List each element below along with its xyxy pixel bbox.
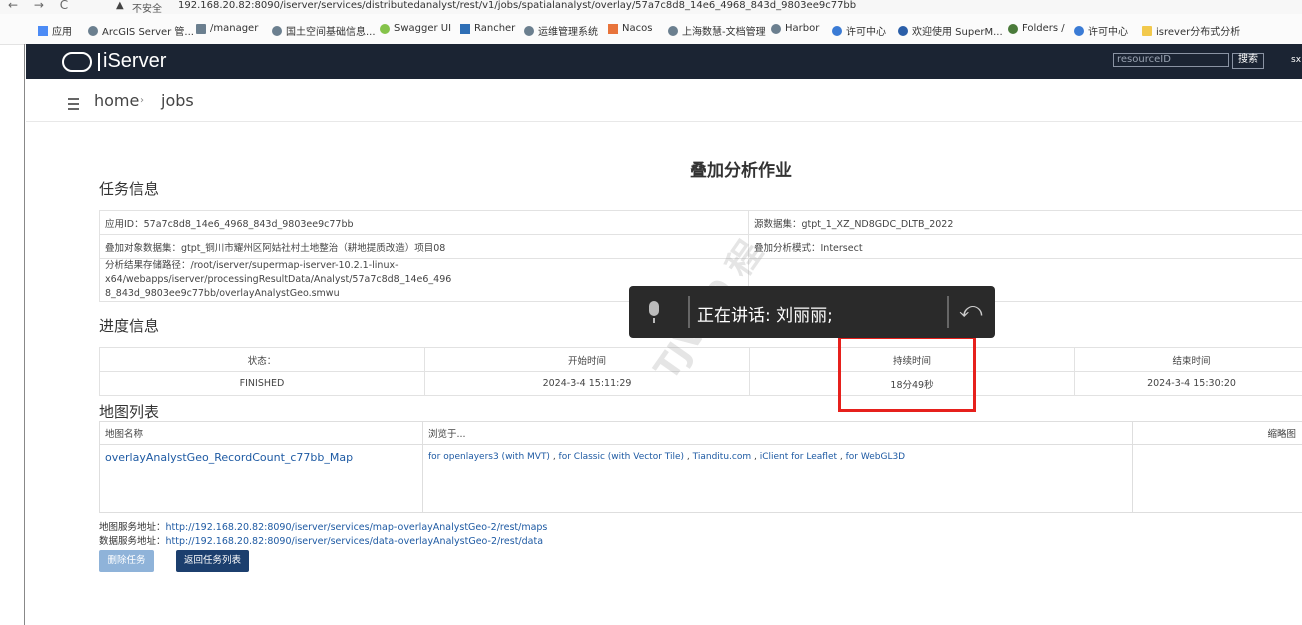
bookmark-item[interactable]: isrever分布式分析 bbox=[1142, 23, 1240, 38]
map-service-label: 地图服务地址： bbox=[99, 522, 166, 533]
highlight-box bbox=[838, 336, 976, 412]
voice-overlay: 正在讲话: 刘丽丽; ⤺ bbox=[629, 286, 995, 338]
browse-links: for openlayers3 (with MVT) , for Classic… bbox=[422, 444, 1133, 513]
link-separator: , bbox=[751, 452, 760, 462]
start-time-value: 2024-3-4 15:11:29 bbox=[424, 371, 750, 396]
breadcrumb-separator: › bbox=[140, 95, 144, 106]
microphone-icon[interactable] bbox=[649, 301, 659, 323]
site-icon bbox=[524, 25, 534, 36]
map-name-link[interactable]: overlayAnalystGeo_RecordCount_c77bb_Map bbox=[105, 451, 353, 464]
thumbnail-cell bbox=[1132, 444, 1302, 513]
site-icon bbox=[196, 23, 206, 34]
site-icon bbox=[771, 23, 781, 34]
site-icon bbox=[1074, 25, 1084, 36]
header-end-time: 结束时间 bbox=[1074, 347, 1302, 372]
site-icon bbox=[898, 25, 908, 36]
data-service-label: 数据服务地址： bbox=[99, 536, 166, 547]
site-icon bbox=[832, 25, 842, 36]
return-arrow-icon[interactable]: ⤺ bbox=[959, 298, 983, 323]
search-button[interactable]: 搜索 bbox=[1232, 53, 1264, 69]
bookmark-item[interactable]: 欢迎使用 SuperM... bbox=[898, 23, 1003, 38]
source-dataset: 源数据集：gtpt_1_XZ_ND8GDC_DLTB_2022 bbox=[748, 210, 1302, 235]
folder-icon bbox=[1142, 25, 1152, 36]
overlay-divider bbox=[947, 296, 949, 328]
map-list-title: 地图列表 bbox=[99, 403, 160, 421]
status-value: FINISHED bbox=[99, 371, 425, 396]
header-browse: 浏览于... bbox=[422, 421, 1133, 445]
page-title: 叠加分析作业 bbox=[690, 161, 792, 181]
header-thumbnail: 缩略图 bbox=[1132, 421, 1302, 445]
link-separator: , bbox=[837, 452, 846, 462]
bookmark-item[interactable]: Rancher bbox=[460, 23, 515, 34]
end-time-value: 2024-3-4 15:30:20 bbox=[1074, 371, 1302, 396]
iserver-logo[interactable]: iServer bbox=[62, 44, 166, 79]
logo-text: iServer bbox=[103, 50, 167, 72]
breadcrumb-home[interactable]: home bbox=[94, 91, 139, 110]
site-icon bbox=[460, 23, 470, 34]
link-separator: , bbox=[549, 452, 559, 462]
link-classic[interactable]: for Classic (with Vector Tile) bbox=[559, 452, 685, 462]
bookmark-apps[interactable]: 应用 bbox=[38, 23, 72, 38]
browser-nav-icons[interactable]: ← → C bbox=[8, 0, 74, 12]
delete-task-button[interactable]: 删除任务 bbox=[99, 550, 154, 572]
insecure-label: 不安全 bbox=[132, 4, 162, 14]
cloud-icon bbox=[62, 51, 92, 72]
back-to-list-button[interactable]: 返回任务列表 bbox=[176, 550, 249, 572]
bookmark-item[interactable]: 国土空间基础信息... bbox=[272, 23, 376, 38]
link-leaflet[interactable]: iClient for Leaflet bbox=[760, 452, 837, 462]
overlay-divider bbox=[688, 296, 690, 328]
bookmark-item[interactable]: Harbor bbox=[771, 23, 819, 34]
site-icon bbox=[608, 23, 618, 34]
bookmark-item[interactable]: 许可中心 bbox=[832, 23, 886, 38]
bookmarks-bar: 应用 ArcGIS Server 管... /manager 国土空间基础信息.… bbox=[0, 14, 1302, 45]
breadcrumb-jobs[interactable]: jobs bbox=[161, 91, 194, 110]
bookmark-item[interactable]: Swagger UI bbox=[380, 23, 451, 34]
url-text[interactable]: 192.168.20.82:8090/iserver/services/dist… bbox=[178, 0, 856, 11]
app-header: iServer resourceID 搜索 sx bbox=[26, 44, 1302, 79]
overlay-dataset: 叠加对象数据集：gtpt_铜川市耀州区阿姑社村土地整治（耕地提质改造）项目08 bbox=[99, 234, 749, 259]
speaking-text: 正在讲话: 刘丽丽; bbox=[697, 306, 833, 326]
bookmark-item[interactable]: /manager bbox=[196, 23, 258, 34]
bookmark-item[interactable]: ArcGIS Server 管... bbox=[88, 23, 194, 38]
app-id: 应用ID：57a7c8d8_14e6_4968_843d_9803ee9c77b… bbox=[99, 210, 749, 235]
task-info-title: 任务信息 bbox=[99, 180, 160, 198]
site-icon bbox=[272, 25, 282, 36]
browser-url-bar[interactable]: ← → C ▲ 不安全 192.168.20.82:8090/iserver/s… bbox=[0, 0, 1302, 14]
header-status: 状态： bbox=[99, 347, 425, 372]
map-service-address: 地图服务地址：http://192.168.20.82:8090/iserver… bbox=[99, 519, 547, 533]
link-webgl3d[interactable]: for WebGL3D bbox=[846, 452, 906, 462]
map-service-link[interactable]: http://192.168.20.82:8090/iserver/servic… bbox=[166, 522, 548, 533]
link-separator: , bbox=[684, 452, 693, 462]
data-service-link[interactable]: http://192.168.20.82:8090/iserver/servic… bbox=[166, 536, 544, 547]
bookmark-item[interactable]: 上海数慧-文档管理 bbox=[668, 23, 766, 38]
warning-icon: ▲ bbox=[116, 0, 124, 11]
progress-title: 进度信息 bbox=[99, 317, 160, 335]
header-map-name: 地图名称 bbox=[99, 421, 423, 445]
overlay-mode: 叠加分析模式：Intersect bbox=[748, 234, 1302, 259]
link-openlayers3[interactable]: for openlayers3 (with MVT) bbox=[428, 452, 550, 462]
user-menu[interactable]: sx bbox=[1291, 55, 1301, 65]
map-list-table: 地图名称 浏览于... 缩略图 overlayAnalystGeo_Record… bbox=[99, 421, 1302, 513]
site-icon bbox=[668, 25, 678, 36]
result-path-line2: 8_843d_9803ee9c77bb/overlayAnalystGeo.sm… bbox=[105, 288, 340, 299]
site-icon bbox=[380, 23, 390, 34]
link-tianditu[interactable]: Tianditu.com bbox=[693, 452, 751, 462]
bookmark-item[interactable]: Folders / bbox=[1008, 23, 1065, 34]
site-icon bbox=[1008, 23, 1018, 34]
bookmark-item[interactable]: 许可中心 bbox=[1074, 23, 1128, 38]
menu-icon[interactable] bbox=[68, 98, 79, 110]
site-icon bbox=[88, 25, 98, 36]
result-path-line1: 分析结果存储路径：/root/iserver/supermap-iserver-… bbox=[105, 260, 452, 285]
bookmark-item[interactable]: Nacos bbox=[608, 23, 652, 34]
data-service-address: 数据服务地址：http://192.168.20.82:8090/iserver… bbox=[99, 533, 543, 547]
apps-grid-icon bbox=[38, 25, 48, 36]
logo-divider bbox=[98, 52, 100, 71]
bookmark-item[interactable]: 运维管理系统 bbox=[524, 23, 598, 38]
left-divider bbox=[24, 44, 25, 625]
breadcrumb: home › jobs bbox=[26, 80, 1302, 122]
search-input[interactable]: resourceID bbox=[1113, 53, 1229, 67]
